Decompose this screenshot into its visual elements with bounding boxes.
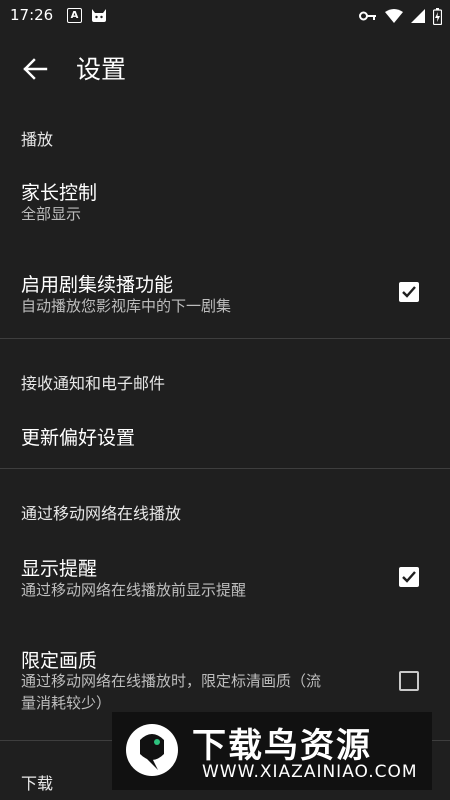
cell-signal-icon [411, 9, 425, 23]
cat-notification-icon [92, 9, 106, 22]
battery-charging-icon [433, 7, 442, 25]
reminder-checkbox[interactable] [399, 567, 419, 587]
status-time: 17:26 [10, 6, 54, 24]
app-bar: 设置 [0, 32, 450, 108]
setting-title: 限定画质 [21, 650, 98, 672]
watermark-url: WWW.XIAZAINIAO.COM [202, 762, 418, 782]
category-downloads: 下载 [21, 774, 54, 793]
setting-title: 更新偏好设置 [21, 427, 136, 449]
status-right-icons [359, 7, 442, 25]
category-playback: 播放 [21, 130, 54, 149]
wifi-icon [385, 9, 403, 23]
setting-subtitle: 全部显示 [21, 205, 82, 223]
autoplay-checkbox[interactable] [399, 282, 419, 302]
category-mobile-streaming: 通过移动网络在线播放 [21, 504, 182, 523]
limit-quality-checkbox[interactable] [399, 671, 419, 691]
setting-subtitle-line1: 通过移动网络在线播放时，限定标清画质（流 [21, 672, 322, 690]
setting-subtitle: 自动播放您影视库中的下一剧集 [21, 297, 232, 315]
divider [0, 468, 450, 469]
setting-title: 家长控制 [21, 182, 98, 204]
status-bar: 17:26 A [0, 0, 450, 32]
setting-title: 启用剧集续播功能 [21, 274, 174, 296]
watermark-brand: 下载鸟资源 [192, 726, 372, 766]
category-notifications: 接收通知和电子邮件 [21, 374, 166, 393]
bird-logo-icon [126, 724, 178, 776]
divider [0, 338, 450, 339]
back-arrow-icon[interactable] [22, 56, 48, 82]
page-title: 设置 [76, 55, 127, 84]
setting-subtitle-line2: 量消耗较少） [21, 694, 112, 712]
check-icon [402, 571, 416, 583]
check-icon [402, 286, 416, 298]
vpn-key-icon [359, 11, 376, 21]
setting-subtitle: 通过移动网络在线播放前显示提醒 [21, 581, 247, 599]
watermark: 下载鸟资源 WWW.XIAZAINIAO.COM [112, 712, 432, 790]
setting-title: 显示提醒 [21, 558, 98, 580]
notification-a-icon: A [67, 8, 82, 23]
